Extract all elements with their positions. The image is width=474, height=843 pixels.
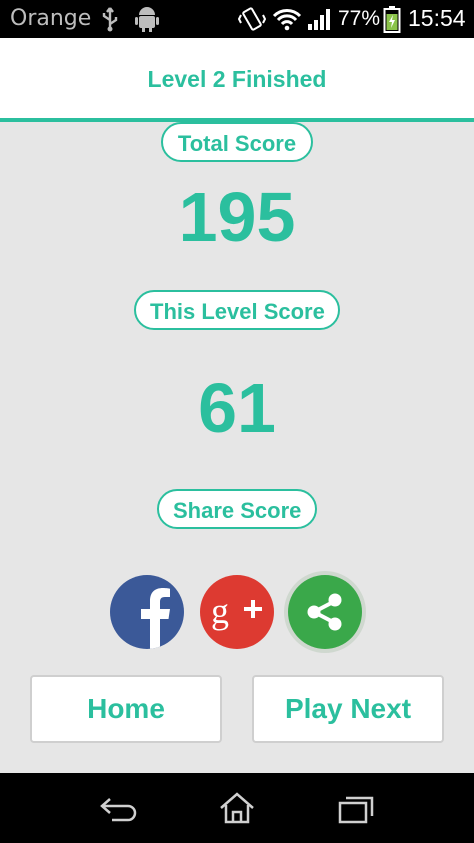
clock: 15:54 — [408, 5, 466, 31]
level-score-value: 61 — [198, 369, 276, 447]
google-plus-icon: g — [211, 591, 262, 631]
signal-icon — [308, 9, 330, 30]
battery-percent: 77% — [338, 7, 381, 30]
home-button[interactable]: Home — [30, 675, 222, 743]
google-plus-share-button[interactable]: g — [200, 575, 274, 649]
vibrate-icon — [238, 7, 266, 31]
recent-apps-icon[interactable] — [336, 793, 376, 825]
wifi-icon — [272, 9, 302, 31]
page-title: Level 2 Finished — [147, 66, 327, 92]
total-score-value: 195 — [178, 178, 296, 256]
share-score-label: Share Score — [157, 489, 317, 529]
generic-share-button[interactable] — [288, 575, 362, 649]
play-next-button[interactable]: Play Next — [252, 675, 444, 743]
header-bar: Level 2 Finished — [0, 38, 474, 122]
facebook-share-button[interactable] — [110, 575, 184, 649]
back-icon[interactable] — [98, 795, 140, 823]
battery-charging-icon — [383, 6, 401, 33]
usb-icon — [102, 7, 118, 32]
carrier-name: Orange — [10, 6, 92, 31]
facebook-icon — [141, 588, 170, 649]
status-bar: Orange 77% 15:54 — [0, 0, 474, 38]
level-score-label: This Level Score — [134, 290, 340, 330]
navigation-bar — [0, 773, 474, 843]
svg-text:g: g — [211, 591, 229, 631]
share-icon — [307, 593, 342, 631]
total-score-label: Total Score — [161, 122, 313, 162]
android-icon — [135, 7, 159, 32]
home-nav-icon[interactable] — [218, 791, 256, 825]
